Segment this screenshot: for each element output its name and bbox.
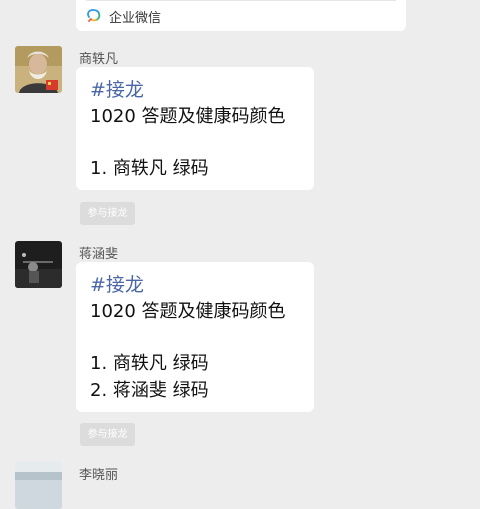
- join-solitaire-button[interactable]: 参与接龙: [80, 202, 135, 225]
- avatar[interactable]: [15, 46, 62, 93]
- message-bubble[interactable]: #接龙 1020 答题及健康码颜色 1. 商轶凡 绿码: [76, 67, 314, 190]
- message-bubble[interactable]: #接龙 1020 答题及健康码颜色 1. 商轶凡 绿码 2. 蒋涵斐 绿码: [76, 262, 314, 412]
- avatar[interactable]: [15, 462, 62, 509]
- sender-name: 蒋涵斐: [79, 247, 119, 262]
- avatar[interactable]: [15, 241, 62, 288]
- wecom-icon: [87, 9, 101, 22]
- solitaire-entry: 1. 商轶凡 绿码: [90, 353, 209, 374]
- sender-name: 商轶凡: [79, 52, 119, 67]
- avatar-landscape-icon: [15, 462, 62, 509]
- join-solitaire-button[interactable]: 参与接龙: [80, 423, 135, 446]
- avatar-portrait-icon: [15, 241, 62, 288]
- solitaire-tag[interactable]: #接龙: [90, 77, 314, 104]
- wecom-card[interactable]: 企业微信: [76, 0, 406, 31]
- wecom-label: 企业微信: [109, 11, 162, 26]
- solitaire-tag[interactable]: #接龙: [90, 272, 314, 299]
- solitaire-entry: 1. 商轶凡 绿码: [90, 158, 209, 179]
- solitaire-title: 1020 答题及健康码颜色: [90, 105, 286, 127]
- sender-name: 李晓丽: [79, 468, 119, 483]
- card-divider: [86, 0, 396, 1]
- avatar-portrait-icon: [15, 46, 62, 93]
- solitaire-title: 1020 答题及健康码颜色: [90, 300, 286, 322]
- solitaire-entry: 2. 蒋涵斐 绿码: [90, 379, 209, 401]
